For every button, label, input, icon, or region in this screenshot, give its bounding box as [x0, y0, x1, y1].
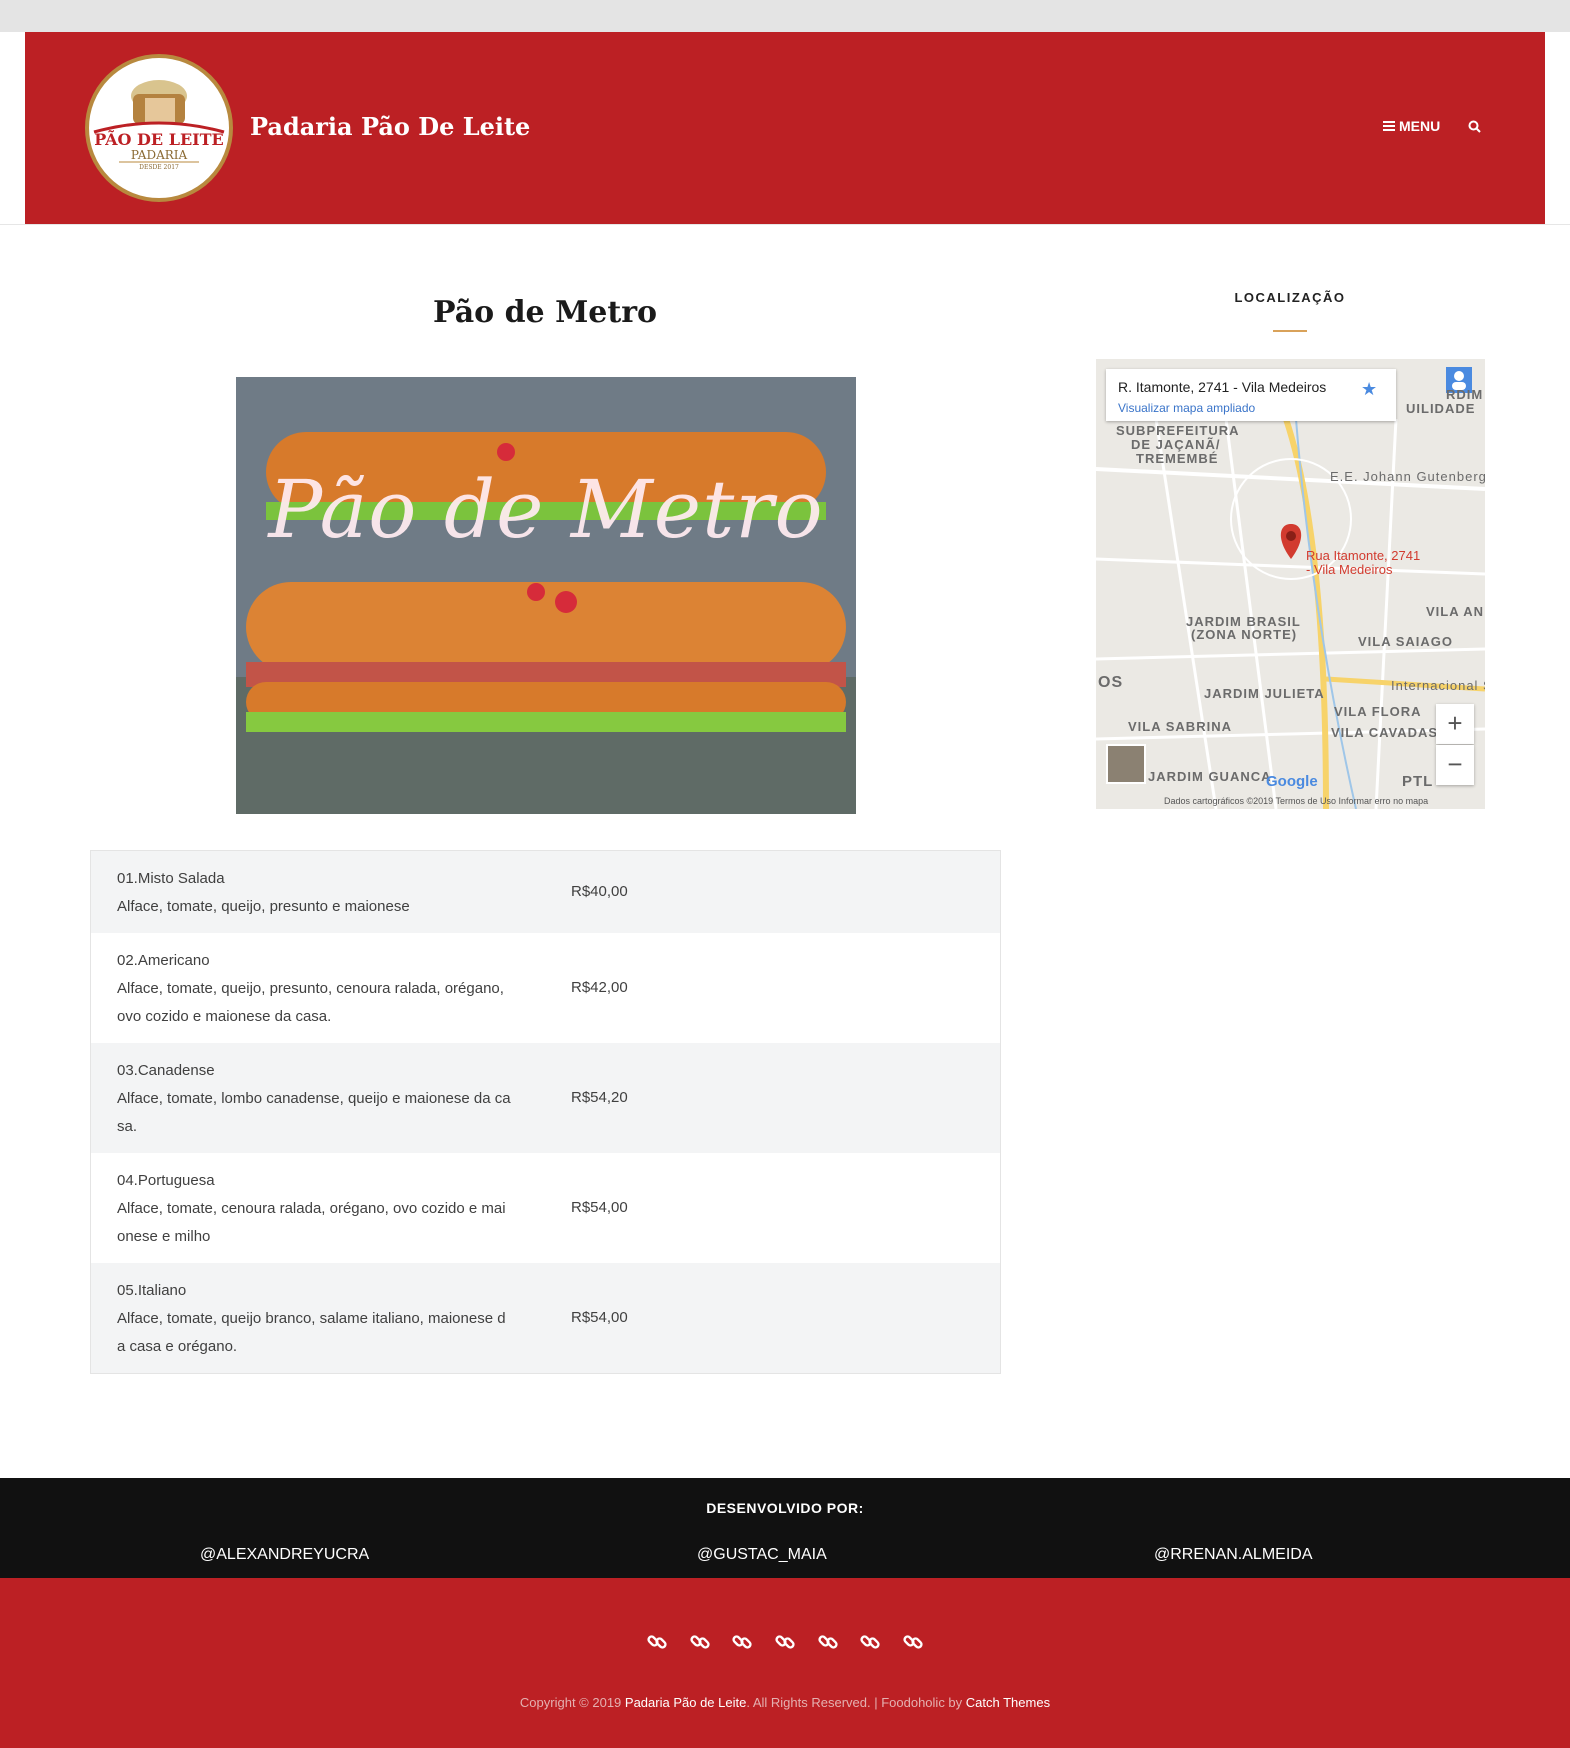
star-icon[interactable]: ★: [1361, 379, 1377, 400]
link-icon[interactable]: [818, 1632, 838, 1657]
map-label: VILA SAIAGO: [1358, 634, 1454, 649]
logo-sub: PADARIA: [130, 148, 188, 162]
sandwich-illustration: [236, 377, 856, 814]
developers-title: DESENVOLVIDO POR:: [706, 1500, 864, 1516]
search-icon[interactable]: [1468, 120, 1481, 138]
item-cell: 03.Canadense Alface, tomate, lombo canad…: [117, 1057, 527, 1141]
item-price: R$54,00: [571, 1309, 628, 1326]
item-cell: 01.Misto Salada Alface, tomate, queijo, …: [117, 865, 527, 921]
location-map[interactable]: R. Itamonte, 2741 - Vila Medeiros Visual…: [1096, 359, 1485, 809]
item-name: 03.Canadense: [117, 1062, 215, 1079]
map-label: PTL: [1402, 773, 1434, 790]
map-label: Internacional Sh: [1391, 678, 1485, 693]
logo-since: DESDE 2017: [139, 164, 179, 171]
item-cell: 05.Italiano Alface, tomate, queijo branc…: [117, 1277, 527, 1361]
hero-overlay-text: Pão de Metro: [268, 463, 824, 556]
pin-label-line: Rua Itamonte, 2741: [1306, 548, 1421, 563]
link-icon[interactable]: [647, 1632, 667, 1657]
top-strip: [0, 0, 1570, 32]
map-label: DE JAÇANÃ/: [1131, 437, 1221, 452]
copyright-middle: . All Rights Reserved. | Foodoholic by: [746, 1695, 966, 1710]
sidebar-title-underline: [1273, 330, 1307, 332]
map-label: (ZONA NORTE): [1191, 627, 1298, 642]
page-title: Pão de Metro: [432, 295, 658, 330]
table-row: 02.Americano Alface, tomate, queijo, pre…: [91, 933, 1000, 1043]
item-name: 02.Americano: [117, 952, 210, 969]
item-price: R$54,20: [571, 1089, 628, 1106]
logo-brand: PÃO DE LEITE: [94, 130, 224, 149]
map-label: RDIM: [1446, 387, 1484, 402]
link-icon[interactable]: [690, 1632, 710, 1657]
menu-table: 01.Misto Salada Alface, tomate, queijo, …: [90, 850, 1001, 1374]
hamburger-icon: [1383, 121, 1395, 131]
item-description-cont: ovo cozido e maionese da casa.: [117, 1008, 332, 1025]
map-enlarge-link[interactable]: Visualizar mapa ampliado: [1118, 401, 1255, 415]
developer-handle[interactable]: @RRENAN.ALMEIDA: [1154, 1546, 1313, 1564]
map-address: R. Itamonte, 2741 - Vila Medeiros: [1118, 379, 1327, 395]
item-cell: 04.Portuguesa Alface, tomate, cenoura ra…: [117, 1167, 527, 1251]
map-label: JARDIM JULIETA: [1204, 686, 1325, 701]
link-icon[interactable]: [732, 1632, 752, 1657]
item-description: Alface, tomate, queijo, presunto, cenour…: [117, 980, 504, 997]
map-label: VILA FLORA: [1334, 704, 1422, 719]
google-logo: Google: [1266, 773, 1318, 790]
theme-author-link[interactable]: Catch Themes: [966, 1695, 1050, 1710]
item-description: Alface, tomate, lombo canadense, queijo …: [117, 1090, 511, 1107]
site-title[interactable]: Padaria Pão De Leite: [250, 112, 530, 141]
site-header: PÃO DE LEITE PADARIA DESDE 2017 Padaria …: [25, 32, 1545, 224]
item-cell: 02.Americano Alface, tomate, queijo, pre…: [117, 947, 527, 1031]
sidebar-widget-title: LOCALIZAÇÃO: [1234, 290, 1346, 305]
menu-button[interactable]: MENU: [1383, 118, 1440, 134]
item-name: 04.Portuguesa: [117, 1172, 215, 1189]
link-icon[interactable]: [775, 1632, 795, 1657]
satellite-view-toggle[interactable]: [1106, 744, 1146, 784]
map-label: OS: [1098, 674, 1124, 691]
map-label: VILA SABRINA: [1128, 719, 1232, 734]
map-label: JARDIM GUANCA: [1148, 769, 1272, 784]
site-logo[interactable]: PÃO DE LEITE PADARIA DESDE 2017: [85, 54, 233, 202]
table-row: 05.Italiano Alface, tomate, queijo branc…: [91, 1263, 1000, 1373]
developer-handle[interactable]: @GUSTAC_MAIA: [697, 1546, 827, 1564]
map-label: UILIDADE: [1406, 401, 1476, 416]
item-description: Alface, tomate, cenoura ralada, orégano,…: [117, 1200, 506, 1217]
item-price: R$54,00: [571, 1199, 628, 1216]
copyright-site-link[interactable]: Padaria Pão de Leite: [625, 1695, 746, 1710]
developers-band: DESENVOLVIDO POR: @ALEXANDREYUCRA @GUSTA…: [0, 1478, 1570, 1578]
map-label: E.E. Johann Gutenberg: [1330, 469, 1485, 484]
zoom-in-button[interactable]: +: [1436, 704, 1474, 744]
item-name: 05.Italiano: [117, 1282, 187, 1299]
copyright-prefix: Copyright © 2019: [519, 1695, 625, 1710]
item-description-cont: onese e milho: [117, 1228, 211, 1245]
pin-label-line: - Vila Medeiros: [1306, 562, 1393, 577]
item-name: 01.Misto Salada: [117, 870, 225, 887]
hero-image: Pão de Metro: [236, 377, 856, 814]
link-icon[interactable]: [903, 1632, 923, 1657]
link-icon[interactable]: [860, 1632, 880, 1657]
item-price: R$42,00: [571, 979, 628, 996]
header-divider: [0, 224, 1570, 225]
logo-graphic: [93, 80, 225, 163]
item-description-cont: a casa e orégano.: [117, 1338, 238, 1355]
map-label: VILA AN: [1426, 604, 1485, 619]
map-label: VILA CAVADAS: [1331, 725, 1439, 740]
table-row: 04.Portuguesa Alface, tomate, cenoura ra…: [91, 1153, 1000, 1263]
map-label: SUBPREFEITURA: [1116, 423, 1240, 438]
map-pin-label: Rua Itamonte, 2741 - Vila Medeiros: [1306, 549, 1420, 577]
item-description: Alface, tomate, queijo branco, salame it…: [117, 1310, 506, 1327]
item-description-cont: sa.: [117, 1118, 138, 1135]
table-row: 01.Misto Salada Alface, tomate, queijo, …: [91, 851, 1000, 933]
item-price: R$40,00: [571, 883, 628, 900]
zoom-out-button[interactable]: −: [1436, 745, 1474, 785]
developer-handle[interactable]: @ALEXANDREYUCRA: [200, 1546, 369, 1564]
map-label: TREMEMBÉ: [1136, 451, 1219, 466]
map-attribution: Dados cartográficos ©2019 Termos de Uso …: [1164, 796, 1429, 806]
copyright-text: Copyright © 2019 Padaria Pão de Leite. A…: [0, 1695, 1570, 1710]
site-footer: Copyright © 2019 Padaria Pão de Leite. A…: [0, 1578, 1570, 1748]
map-info-card: R. Itamonte, 2741 - Vila Medeiros Visual…: [1106, 369, 1396, 421]
menu-label: MENU: [1399, 118, 1441, 134]
item-description: Alface, tomate, queijo, presunto e maion…: [117, 898, 410, 915]
table-row: 03.Canadense Alface, tomate, lombo canad…: [91, 1043, 1000, 1153]
